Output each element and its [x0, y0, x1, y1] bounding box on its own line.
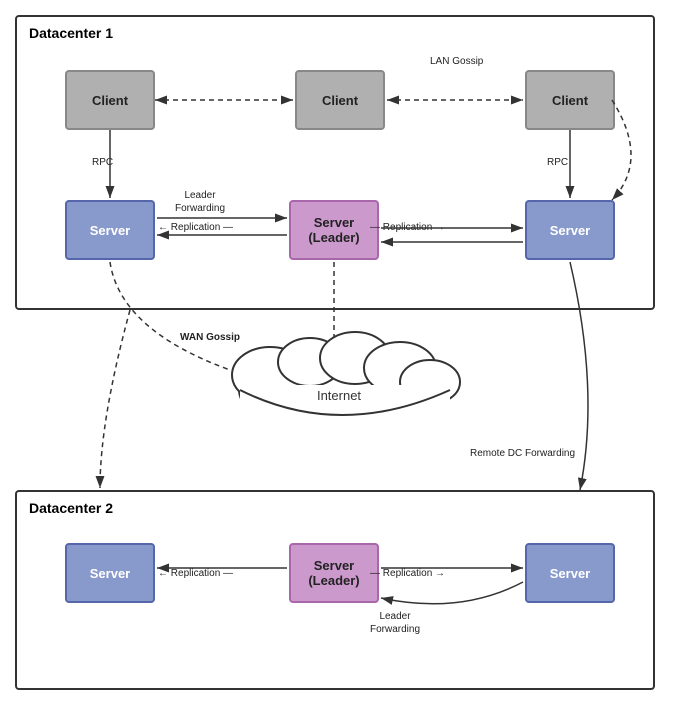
lan-gossip-label: LAN Gossip	[430, 56, 483, 67]
internet-cloud	[232, 332, 460, 440]
dc1-client3: Client	[525, 70, 615, 130]
datacenter1-label: Datacenter 1	[29, 25, 113, 41]
leader-forwarding-dc2-label: LeaderForwarding	[370, 610, 420, 636]
datacenter2-label: Datacenter 2	[29, 500, 113, 516]
rpc-right-label: RPC	[547, 157, 568, 168]
dc1-client1: Client	[65, 70, 155, 130]
replication-right-dc1-label: — Replication →	[370, 222, 445, 233]
dc2-server2: Server	[525, 543, 615, 603]
dc2-server1: Server	[65, 543, 155, 603]
leader-forwarding-dc1-label: LeaderForwarding	[175, 189, 225, 215]
diagram-container: Datacenter 1 Datacenter 2 Client Client …	[0, 0, 679, 703]
rpc-left-label: RPC	[92, 157, 113, 168]
dc2-server-leader: Server (Leader)	[289, 543, 379, 603]
dc1-server-leader: Server (Leader)	[289, 200, 379, 260]
dc1-client2: Client	[295, 70, 385, 130]
replication-right-dc2-label: — Replication →	[370, 568, 445, 579]
replication-left-dc1-label: ← Replication —	[158, 222, 233, 233]
dc1-server1: Server	[65, 200, 155, 260]
dc1-server2: Server	[525, 200, 615, 260]
svg-text:Internet: Internet	[317, 388, 361, 403]
remote-dc-forwarding-label: Remote DC Forwarding	[470, 448, 575, 459]
wan-gossip-label: WAN Gossip	[180, 332, 240, 343]
replication-left-dc2-label: ← Replication —	[158, 568, 233, 579]
